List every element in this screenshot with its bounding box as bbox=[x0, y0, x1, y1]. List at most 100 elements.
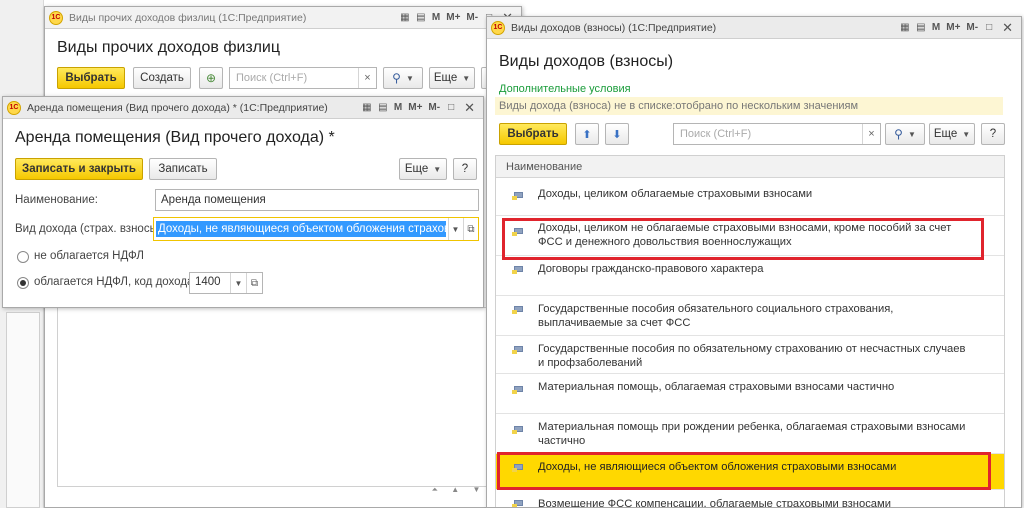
income-type-label: Вид дохода (страх. взносы): bbox=[15, 223, 165, 235]
memory-m-button[interactable]: M bbox=[430, 12, 442, 23]
table-row[interactable]: Государственные пособия обязательного со… bbox=[496, 296, 1004, 336]
close-icon[interactable]: ✕ bbox=[460, 100, 479, 116]
filter-info-text: Виды дохода (взноса) не в списке:отобран… bbox=[499, 100, 859, 112]
table-row[interactable]: Доходы, целиком облагаемые страховыми вз… bbox=[496, 178, 1004, 216]
scroll-buttons: ⏶ ▲ ▼ bbox=[425, 485, 487, 499]
clear-icon[interactable]: × bbox=[862, 124, 880, 144]
row-text: Материальная помощь, облагаемая страховы… bbox=[538, 381, 895, 393]
search-button[interactable]: ⚲ ▼ bbox=[885, 123, 925, 145]
income-code-field[interactable]: 1400 ▼ ⧉ bbox=[189, 272, 263, 294]
1c-logo-icon: 1C bbox=[7, 100, 21, 115]
open-icon[interactable]: ⧉ bbox=[463, 218, 478, 240]
help-button[interactable]: ? bbox=[981, 123, 1005, 145]
annotation-box bbox=[497, 452, 991, 490]
list-area[interactable] bbox=[57, 307, 487, 487]
arrow-down-icon: ⬇ bbox=[612, 128, 622, 141]
save-and-close-button[interactable]: Записать и закрыть bbox=[15, 158, 143, 180]
row-text: Государственные пособия обязательного со… bbox=[538, 303, 894, 329]
search-placeholder: Поиск (Ctrl+F) bbox=[236, 72, 308, 84]
radio-no-ndfl[interactable] bbox=[17, 251, 29, 263]
radio-no-ndfl-label: не облагается НДФЛ bbox=[34, 250, 144, 262]
search-input[interactable]: Поиск (Ctrl+F) × bbox=[673, 123, 881, 145]
extra-conditions-link[interactable]: Дополнительные условия bbox=[499, 83, 631, 95]
memory-minus-button[interactable]: M- bbox=[964, 22, 980, 33]
select-button[interactable]: Выбрать bbox=[499, 123, 567, 145]
open-icon[interactable]: ⧉ bbox=[246, 273, 262, 293]
maximize-icon[interactable]: □ bbox=[444, 101, 458, 115]
maximize-icon[interactable]: □ bbox=[982, 21, 996, 35]
dropdown-icon[interactable]: ▼ bbox=[230, 273, 246, 293]
memory-m-button[interactable]: M bbox=[392, 102, 404, 113]
more-button[interactable]: Еще ▼ bbox=[399, 158, 447, 180]
dropdown-icon[interactable]: ▼ bbox=[448, 218, 462, 240]
memory-plus-button[interactable]: M+ bbox=[944, 22, 962, 33]
create-button[interactable]: Создать bbox=[133, 67, 191, 89]
scroll-top-icon[interactable]: ⏶ bbox=[432, 485, 438, 499]
search-button[interactable]: ⚲ ▼ bbox=[383, 67, 423, 89]
table-header[interactable]: Наименование bbox=[496, 156, 1004, 178]
calculator-icon[interactable]: ▦ bbox=[398, 11, 412, 25]
annotation-box bbox=[502, 218, 984, 260]
memory-m-button[interactable]: M bbox=[930, 22, 942, 33]
memory-plus-button[interactable]: M+ bbox=[444, 12, 462, 23]
select-button[interactable]: Выбрать bbox=[57, 67, 125, 89]
clear-icon[interactable]: × bbox=[358, 68, 376, 88]
item-icon bbox=[512, 266, 523, 274]
table-row[interactable]: Договоры гражданско-правового характера bbox=[496, 256, 1004, 296]
table-row[interactable]: Материальная помощь при рождении ребенка… bbox=[496, 414, 1004, 454]
column-header-name: Наименование bbox=[506, 161, 583, 173]
more-label: Еще bbox=[404, 163, 429, 175]
window-title: Виды прочих доходов физлиц (1С:Предприят… bbox=[69, 11, 307, 24]
row-text: Доходы, целиком облагаемые страховыми вз… bbox=[538, 188, 813, 200]
titlebar: 1C Виды доходов (взносы) (1С:Предприятие… bbox=[487, 17, 1021, 39]
memory-plus-button[interactable]: M+ bbox=[406, 102, 424, 113]
more-button[interactable]: Еще ▼ bbox=[929, 123, 975, 145]
table-row[interactable]: Государственные пособия по обязательному… bbox=[496, 336, 1004, 374]
item-icon bbox=[512, 306, 523, 314]
more-button[interactable]: Еще ▼ bbox=[429, 67, 475, 89]
calculator-icon[interactable]: ▦ bbox=[360, 101, 374, 115]
row-text: Возмещение ФСС компенсации, облагаемые с… bbox=[538, 498, 891, 508]
window-income-types-contributions: 1C Виды доходов (взносы) (1С:Предприятие… bbox=[486, 16, 1022, 508]
radio-ndfl[interactable] bbox=[17, 277, 29, 289]
item-icon bbox=[512, 426, 523, 434]
move-up-button[interactable]: ⬆ bbox=[575, 123, 599, 145]
save-button[interactable]: Записать bbox=[149, 158, 217, 180]
page-title: Виды доходов (взносы) bbox=[499, 53, 674, 70]
memory-minus-button[interactable]: M- bbox=[426, 102, 442, 113]
filter-info-bar: Виды дохода (взноса) не в списке:отобран… bbox=[495, 97, 1003, 115]
row-text: Государственные пособия по обязательному… bbox=[538, 343, 966, 369]
name-label: Наименование: bbox=[15, 194, 98, 206]
search-input[interactable]: Поиск (Ctrl+F) × bbox=[229, 67, 377, 89]
close-icon[interactable]: ✕ bbox=[998, 20, 1017, 36]
income-type-value: Доходы, не являющиеся объектом обложения… bbox=[156, 221, 446, 237]
window-rent-form: 1C Аренда помещения (Вид прочего дохода)… bbox=[2, 96, 484, 308]
titlebar: 1C Аренда помещения (Вид прочего дохода)… bbox=[3, 97, 483, 119]
name-field[interactable]: Аренда помещения bbox=[155, 189, 479, 211]
income-type-field[interactable]: Доходы, не являющиеся объектом обложения… bbox=[153, 217, 479, 241]
titlebar: 1C Виды прочих доходов физлиц (1С:Предпр… bbox=[45, 7, 521, 29]
calendar-icon[interactable]: ▤ bbox=[376, 101, 390, 115]
arrow-up-icon: ⬆ bbox=[582, 128, 592, 141]
help-button[interactable]: ? bbox=[453, 158, 477, 180]
calendar-icon[interactable]: ▤ bbox=[914, 21, 928, 35]
copy-icon[interactable]: ⊕ bbox=[199, 67, 223, 89]
page-title: Виды прочих доходов физлиц bbox=[57, 39, 281, 56]
more-label: Еще bbox=[933, 128, 958, 140]
move-down-button[interactable]: ⬇ bbox=[605, 123, 629, 145]
row-text: Договоры гражданско-правового характера bbox=[538, 263, 764, 275]
scroll-down-icon[interactable]: ▼ bbox=[472, 485, 480, 499]
radio-ndfl-label: облагается НДФЛ, код дохода: bbox=[34, 276, 197, 288]
calculator-icon[interactable]: ▦ bbox=[898, 21, 912, 35]
window-title: Виды доходов (взносы) (1С:Предприятие) bbox=[511, 21, 717, 34]
scroll-up-icon[interactable]: ▲ bbox=[451, 485, 459, 499]
memory-minus-button[interactable]: M- bbox=[464, 12, 480, 23]
1c-logo-icon: 1C bbox=[49, 10, 63, 25]
page-title: Аренда помещения (Вид прочего дохода) * bbox=[15, 129, 335, 146]
table-row[interactable]: Возмещение ФСС компенсации, облагаемые с… bbox=[496, 490, 1004, 508]
calendar-icon[interactable]: ▤ bbox=[414, 11, 428, 25]
magnifier-icon: ⚲ bbox=[894, 127, 903, 141]
table-row[interactable]: Материальная помощь, облагаемая страховы… bbox=[496, 374, 1004, 414]
item-icon bbox=[512, 192, 523, 200]
1c-logo-icon: 1C bbox=[491, 20, 505, 35]
